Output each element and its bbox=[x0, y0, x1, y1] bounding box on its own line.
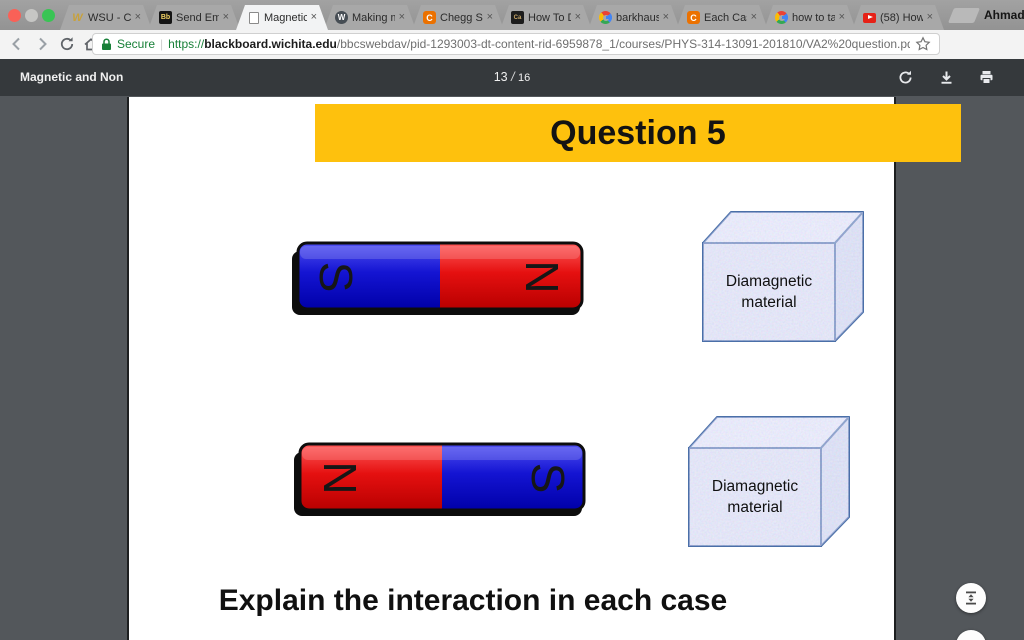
youtube-icon bbox=[863, 13, 876, 23]
wsu-shocker-icon: W bbox=[72, 11, 83, 24]
tab-close-icon[interactable]: × bbox=[751, 12, 757, 23]
tab-close-icon[interactable]: × bbox=[487, 12, 493, 23]
tab-close-icon[interactable]: × bbox=[223, 12, 229, 23]
window-zoom-button[interactable] bbox=[42, 9, 55, 22]
question-banner: Question 5 bbox=[315, 104, 961, 162]
pdf-page-icon bbox=[247, 11, 260, 24]
cube-label: Diamagnetic material bbox=[689, 448, 821, 546]
reload-icon[interactable] bbox=[58, 35, 76, 53]
tab-label: Each Case bbox=[704, 11, 747, 24]
url-path: /bbcswebdav/pid-1293003-dt-content-rid-6… bbox=[336, 37, 910, 51]
diamagnetic-cube-1: Diamagnetic material bbox=[700, 207, 870, 347]
google-icon bbox=[599, 11, 612, 24]
bookmark-star-icon[interactable] bbox=[915, 36, 931, 52]
tab-chegg-study[interactable]: C Chegg Stu × bbox=[412, 5, 504, 30]
tab-how-to-talk[interactable]: how to ta × bbox=[764, 5, 856, 30]
rotate-icon[interactable] bbox=[897, 69, 914, 86]
tab-list: W WSU - Ce × Bb Send Ema × Magnetic × W … bbox=[60, 5, 944, 30]
cube-label-line2: material bbox=[741, 294, 797, 311]
url-domain: blackboard.wichita.edu bbox=[204, 37, 337, 51]
tab-wsu[interactable]: W WSU - Ce × bbox=[60, 5, 152, 30]
tab-label: How To D bbox=[528, 11, 565, 24]
page-indicator: 13 / 16 bbox=[0, 59, 1024, 96]
tab-close-icon[interactable]: × bbox=[839, 12, 845, 23]
tab-label: WSU - Ce bbox=[88, 11, 131, 24]
fit-to-page-button[interactable] bbox=[956, 583, 986, 613]
window-close-button[interactable] bbox=[8, 9, 21, 22]
cube-label: Diamagnetic material bbox=[703, 243, 835, 341]
secure-label: Secure bbox=[117, 37, 156, 51]
tab-label: Send Ema bbox=[176, 11, 219, 24]
back-icon[interactable] bbox=[8, 35, 26, 53]
chegg-icon: C bbox=[687, 11, 700, 24]
pole-label-south: S bbox=[522, 463, 574, 494]
forward-icon[interactable] bbox=[33, 35, 51, 53]
tab-label: Chegg Stu bbox=[440, 11, 483, 24]
tab-label: barkhause bbox=[616, 11, 659, 24]
profile-name[interactable]: Ahmad bbox=[984, 0, 1024, 30]
cube-label-line2: material bbox=[727, 499, 783, 516]
url-separator: | bbox=[160, 37, 164, 51]
tab-send-email[interactable]: Bb Send Ema × bbox=[148, 5, 240, 30]
page-total: 16 bbox=[518, 72, 531, 84]
fit-to-page-icon bbox=[966, 591, 976, 605]
tab-close-icon[interactable]: × bbox=[663, 12, 669, 23]
zoom-in-button[interactable]: + bbox=[956, 630, 986, 640]
page-current[interactable]: 13 bbox=[494, 70, 508, 84]
tab-close-icon[interactable]: × bbox=[927, 12, 933, 23]
page-separator: / bbox=[511, 70, 515, 84]
pdf-page: Question 5 S N Diamagnetic material N S … bbox=[127, 97, 961, 640]
bar-magnet-2: N S bbox=[294, 442, 586, 516]
tab-close-icon[interactable]: × bbox=[399, 12, 405, 23]
tab-label: Magnetic bbox=[264, 11, 307, 24]
tab-close-icon[interactable]: × bbox=[575, 12, 581, 23]
pole-label-north: N bbox=[516, 260, 568, 293]
diamagnetic-cube-2: Diamagnetic material bbox=[686, 412, 856, 552]
url-text: https://blackboard.wichita.edu/bbcswebda… bbox=[168, 37, 910, 51]
tab-label: Making m bbox=[352, 11, 388, 24]
tab-strip: W WSU - Ce × Bb Send Ema × Magnetic × W … bbox=[0, 0, 1024, 30]
pdf-viewer[interactable]: Question 5 S N Diamagnetic material N S … bbox=[0, 96, 1024, 640]
tab-each-case[interactable]: C Each Case × bbox=[676, 5, 768, 30]
tab-making[interactable]: W Making m × bbox=[324, 5, 416, 30]
cube-label-line1: Diamagnetic bbox=[711, 478, 799, 495]
tab-label: how to ta bbox=[792, 11, 835, 24]
new-tab-button[interactable] bbox=[947, 8, 981, 23]
chegg-icon: C bbox=[423, 11, 436, 24]
tab-close-icon[interactable]: × bbox=[135, 12, 141, 23]
url-scheme: https:// bbox=[168, 37, 205, 51]
download-icon[interactable] bbox=[938, 69, 955, 86]
tab-label: (58) How bbox=[880, 11, 923, 24]
blackboard-icon: Bb bbox=[159, 11, 172, 24]
browser-window: W WSU - Ce × Bb Send Ema × Magnetic × W … bbox=[0, 0, 1024, 640]
window-minimize-button[interactable] bbox=[25, 9, 38, 22]
bar-magnet-1: S N bbox=[292, 241, 584, 315]
tab-youtube[interactable]: (58) How × bbox=[852, 5, 944, 30]
dark-square-icon: Ca bbox=[511, 11, 524, 24]
pole-label-south: S bbox=[310, 262, 362, 293]
url-field[interactable]: Secure | https://blackboard.wichita.edu/… bbox=[92, 33, 940, 55]
cube-label-line1: Diamagnetic bbox=[725, 273, 813, 290]
instruction-text: Explain the interaction in each case bbox=[218, 584, 728, 617]
tab-how-to[interactable]: Ca How To D × bbox=[500, 5, 592, 30]
address-bar: Secure | https://blackboard.wichita.edu/… bbox=[0, 30, 1024, 84]
tab-barkhausen[interactable]: barkhause × bbox=[588, 5, 680, 30]
pdf-toolbar: Magnetic and Non 13 / 16 bbox=[0, 59, 1024, 96]
tab-close-icon[interactable]: × bbox=[311, 12, 317, 23]
pole-label-north: N bbox=[314, 461, 366, 494]
tab-magnetic-active[interactable]: Magnetic × bbox=[236, 5, 328, 30]
lock-icon bbox=[102, 37, 111, 50]
print-icon[interactable] bbox=[978, 69, 995, 86]
wordpress-icon: W bbox=[335, 11, 348, 24]
google-icon bbox=[775, 11, 788, 24]
